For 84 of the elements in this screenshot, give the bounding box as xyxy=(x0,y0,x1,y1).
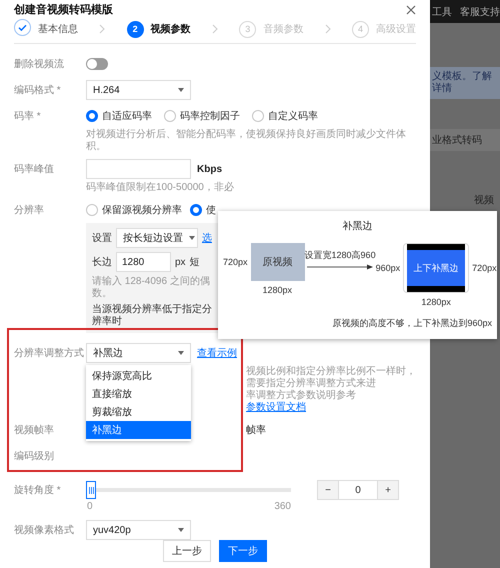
help-text: 对视频进行分析后、智能分配码率，使视频保持良好画质同时减少文件体积。 xyxy=(86,129,407,153)
hint-text: 请输入 128-4096 之间的偶数。 xyxy=(92,276,211,300)
unit-label: px xyxy=(175,256,186,268)
table-cell-text: 视频 xyxy=(473,194,495,208)
number-stepper[interactable]: − 0 + xyxy=(317,480,399,500)
step-number: 3 xyxy=(239,20,256,38)
radio-button[interactable] xyxy=(86,110,98,122)
field-label: 设置 xyxy=(92,232,112,245)
field-label: 编码格式 * xyxy=(14,84,61,97)
caret-icon xyxy=(178,351,184,355)
next-button[interactable]: 下一步 xyxy=(219,540,267,562)
caret-icon xyxy=(189,236,195,240)
step-number: 4 xyxy=(352,20,369,38)
scale-label: 0 xyxy=(87,501,93,512)
dimension-label: 1280px xyxy=(262,285,292,295)
codec-select[interactable]: H.264 xyxy=(86,80,191,100)
option-label: 帧率 xyxy=(246,424,266,437)
link[interactable]: 参数设置文档 xyxy=(246,402,306,413)
step-label[interactable]: 基本信息 xyxy=(38,22,78,36)
chevron-icon xyxy=(324,24,331,34)
field-label: 分辨率调整方式 xyxy=(14,346,84,360)
link[interactable]: 选 xyxy=(202,231,212,245)
pixel-format-select[interactable]: yuv420p xyxy=(86,520,191,540)
increment-button[interactable]: + xyxy=(378,481,398,499)
menu-item[interactable]: 剪裁缩放 xyxy=(86,403,191,421)
help-text: 码率峰值限制在100-50000，非必 xyxy=(86,182,235,194)
field-label: 长边 xyxy=(92,256,112,269)
radio-label[interactable]: 保留源视频分辨率 xyxy=(102,203,182,217)
field-label: 视频帧率 xyxy=(14,424,54,437)
step-label[interactable]: 视频参数 xyxy=(150,22,191,36)
radio-label[interactable]: 码率控制因子 xyxy=(180,109,240,123)
slider-thumb[interactable] xyxy=(86,481,96,499)
dialog-title: 创建音视频转码模版 xyxy=(14,2,113,17)
field-label: 旋转角度 * xyxy=(14,484,61,497)
warning-text: 当源视频分辨率低于指定分辨率时 xyxy=(92,304,212,328)
field-label: 码率峰值 xyxy=(14,162,54,176)
nav-link[interactable]: 客服支持 xyxy=(460,4,500,18)
radio-button[interactable] xyxy=(252,110,264,122)
caption-text: 原视频的高度不够，上下补黑边到960px xyxy=(332,317,492,330)
arrow-label: 设置宽1280高960 xyxy=(304,249,376,262)
back-button[interactable]: 上一步 xyxy=(163,540,211,562)
scaled-video-frame: 上下补黑边 xyxy=(407,250,466,286)
popover-title: 补黑边 xyxy=(342,220,372,233)
dimension-label: 960px xyxy=(376,263,400,273)
right-arrow xyxy=(307,264,374,270)
dimension-label: 720px xyxy=(223,257,248,267)
menu-item[interactable]: 直接缩放 xyxy=(86,385,191,403)
radio-label[interactable]: 使 xyxy=(206,203,216,217)
dimension-label: 1280px xyxy=(421,297,451,307)
field-label: 删除视频流 xyxy=(14,58,64,71)
radio-button[interactable] xyxy=(86,204,98,216)
input-field[interactable] xyxy=(86,159,191,179)
decrement-button[interactable]: − xyxy=(318,481,338,499)
chevron-icon xyxy=(212,24,218,34)
toggle-switch[interactable] xyxy=(86,58,108,70)
radio-label[interactable]: 自适应码率 xyxy=(102,109,152,123)
resize-select[interactable]: 补黑边 xyxy=(86,343,191,363)
field-label: 编码级别 xyxy=(14,450,54,463)
mode-select[interactable]: 按长短边设置 xyxy=(116,228,198,248)
field-label: 视频像素格式 xyxy=(14,524,74,537)
radio-label[interactable]: 自定义码率 xyxy=(268,109,318,123)
menu-item[interactable]: 保持源宽高比 xyxy=(86,367,191,385)
field-label: 分辨率 xyxy=(14,204,44,217)
scale-label: 360 xyxy=(274,501,291,512)
step-number: 2 xyxy=(126,20,144,38)
help-text: 视频比例和指定分辨率比例不一样时，需要指定分辨率调整方式来进 率调整方式参数说明参考 参数设置文档 xyxy=(246,366,416,414)
notice-text: 义模板。了解详情 xyxy=(430,67,500,99)
menu-item[interactable]: 补黑边 xyxy=(86,421,191,439)
close-icon[interactable] xyxy=(406,4,416,14)
source-video-frame: 原视频 xyxy=(250,243,305,281)
chevron-icon xyxy=(99,24,106,34)
unit-label: Kbps xyxy=(197,164,222,174)
caret-icon xyxy=(178,88,184,92)
link[interactable]: 查看示例 xyxy=(197,346,237,360)
radio-button[interactable] xyxy=(164,110,176,122)
caret-icon xyxy=(178,528,184,532)
field-label: 码率 * xyxy=(14,110,41,123)
table-header: 业格式转码 xyxy=(430,129,500,151)
dimension-label: 720px xyxy=(472,263,497,273)
radio-button[interactable] xyxy=(190,204,202,216)
field-label: 短 xyxy=(190,256,200,269)
input-field[interactable]: 1280 xyxy=(116,252,171,272)
nav-link[interactable]: 工具 xyxy=(432,4,452,18)
grip-icon xyxy=(88,486,94,494)
